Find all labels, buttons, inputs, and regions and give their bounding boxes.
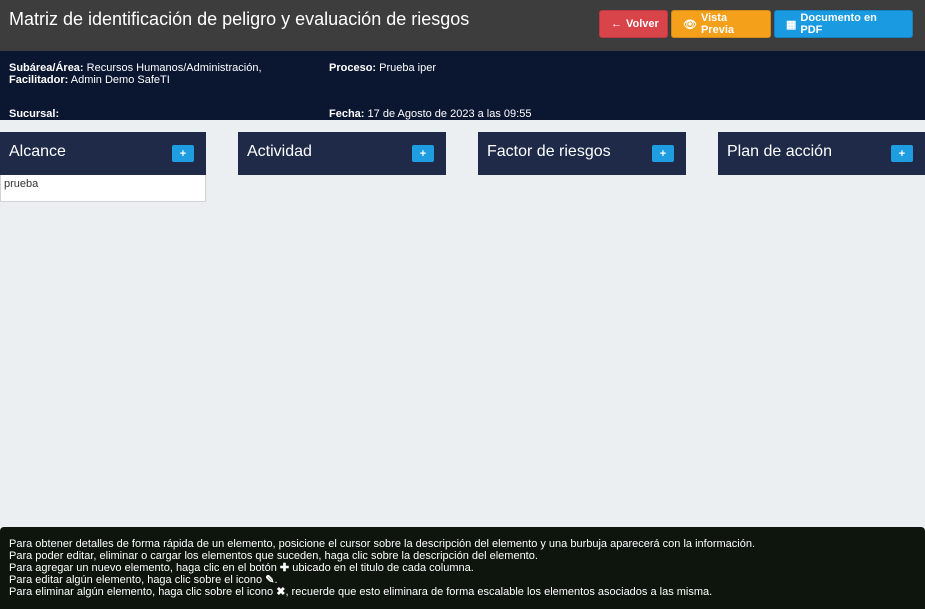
column-plan-accion: Plan de acción + (718, 132, 925, 175)
help-text: Para eliminar algún elemento, haga clic … (9, 586, 277, 598)
help-line: Para editar algún elemento, haga clic so… (9, 574, 916, 586)
add-actividad-button[interactable]: + (412, 145, 434, 162)
column-alcance: Alcance + (0, 132, 206, 175)
column-title-plan-accion: Plan de acción (727, 143, 832, 160)
plus-icon: + (659, 147, 667, 160)
table-icon: ▦ (786, 18, 797, 31)
help-line: Para eliminar algún elemento, haga clic … (9, 586, 916, 598)
help-line: Para poder editar, eliminar o cargar los… (9, 550, 538, 562)
proceso-value: Prueba iper (379, 62, 437, 74)
preview-button[interactable]: 👁 Vista Previa (671, 10, 771, 38)
preview-button-label: Vista Previa (700, 12, 734, 36)
column-title-actividad: Actividad (247, 143, 312, 160)
eye-icon: 👁 (683, 18, 697, 31)
column-actividad: Actividad + (238, 132, 446, 175)
add-factor-riesgos-button[interactable]: + (652, 145, 674, 162)
facilitador-value: Admin Demo SafeTI (70, 74, 170, 86)
help-text: Para agregar un nuevo elemento, haga cli… (9, 562, 280, 574)
alcance-item[interactable]: prueba (0, 175, 206, 202)
header-actions: ← Volver 👁 Vista Previa ▦ Documento en P… (599, 10, 913, 38)
column-title-alcance: Alcance (9, 143, 66, 160)
help-text: , recuerde que esto eliminara de forma e… (285, 586, 713, 598)
sucursal-label: Sucursal: (9, 108, 60, 120)
add-alcance-button[interactable]: + (172, 145, 194, 162)
help-line: Para obtener detalles de forma rápida de… (9, 538, 755, 550)
page-title: Matriz de identificación de peligro y ev… (9, 9, 470, 29)
top-bar: Matriz de identificación de peligro y ev… (0, 0, 925, 51)
help-line: Para agregar un nuevo elemento, haga cli… (9, 562, 916, 574)
fecha-value: 17 de Agosto de 2023 a las 09:55 (367, 108, 532, 120)
add-plan-accion-button[interactable]: + (891, 145, 913, 162)
fecha-label: Fecha: (329, 108, 365, 120)
back-button-label: Volver (626, 18, 659, 30)
back-button[interactable]: ← Volver (599, 10, 668, 38)
subarea-value: Recursos Humanos/Administración, (86, 62, 262, 74)
alcance-item-text[interactable]: prueba (4, 178, 38, 190)
plus-icon: + (898, 147, 906, 160)
column-factor-riesgos: Factor de riesgos + (478, 132, 686, 175)
help-box: Para obtener detalles de forma rápida de… (0, 527, 925, 609)
help-text: Para editar algún elemento, haga clic so… (9, 574, 266, 586)
arrow-left-icon: ← (611, 18, 622, 30)
fecha-info: Fecha: 17 de Agosto de 2023 a las 09:55 (329, 108, 531, 120)
facilitador-label: Facilitador: (9, 74, 69, 86)
info-bar: Subárea/Área: Recursos Humanos/Administr… (0, 51, 925, 120)
subarea-label: Subárea/Área: (9, 62, 84, 74)
pdf-button[interactable]: ▦ Documento en PDF (774, 10, 913, 38)
pdf-button-label: Documento en PDF (800, 12, 877, 36)
proceso-info: Proceso: Prueba iper (329, 62, 436, 74)
plus-icon: + (419, 147, 427, 160)
help-text: ubicado en el titulo de cada columna. (289, 562, 474, 574)
plus-icon: + (179, 147, 187, 160)
help-text: . (274, 574, 278, 586)
plus-icon: ✚ (279, 562, 290, 574)
proceso-label: Proceso: (329, 62, 377, 74)
subarea-info: Subárea/Área: Recursos Humanos/Administr… (9, 62, 262, 86)
column-title-factor-riesgos: Factor de riesgos (487, 143, 611, 160)
sucursal-info: Sucursal: (9, 108, 59, 120)
